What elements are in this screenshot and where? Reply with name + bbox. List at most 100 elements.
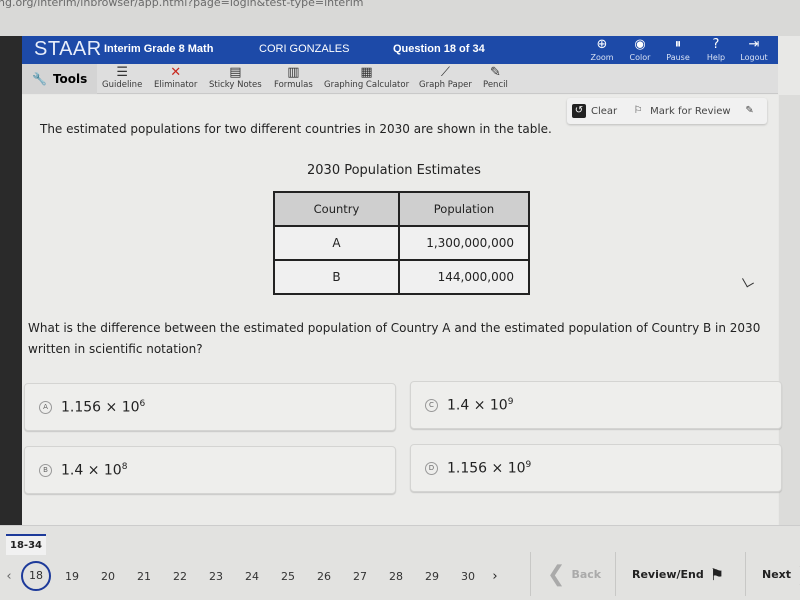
choice-text: 1.156 × 106 xyxy=(61,399,145,416)
table-row: A 1,300,000,000 xyxy=(273,225,530,261)
clear-button[interactable]: ↺ Clear xyxy=(572,104,617,118)
edit-icon: ✎ xyxy=(745,105,754,116)
tools-label: Tools xyxy=(52,72,88,86)
page-item[interactable]: 25 xyxy=(270,570,306,583)
pause-label: Pause xyxy=(666,53,690,62)
next-button[interactable]: Next❯ xyxy=(745,552,800,596)
scrollbar[interactable] xyxy=(779,95,800,525)
zoom-button[interactable]: ⊕ Zoom xyxy=(588,36,616,64)
country-cell: A xyxy=(273,225,400,261)
logout-icon: ⇥ xyxy=(748,37,760,52)
page-item[interactable]: 21 xyxy=(126,570,162,583)
wrench-icon: 🔧 xyxy=(32,72,47,86)
formulas-tool[interactable]: ▥ Formulas xyxy=(274,65,313,90)
test-name: Interim Grade 8 Math xyxy=(104,43,214,55)
page-item[interactable]: 26 xyxy=(306,570,342,583)
page-item[interactable]: 28 xyxy=(378,570,414,583)
page-item[interactable]: 27 xyxy=(342,570,378,583)
choice-base: 1.4 × 10 xyxy=(447,397,508,414)
guideline-tool[interactable]: ☰ Guideline xyxy=(102,65,142,90)
color-button[interactable]: ◉ Color xyxy=(626,36,654,64)
next-label: Next xyxy=(762,567,792,581)
population-cell: 144,000,000 xyxy=(398,259,530,295)
page-item[interactable]: 19 xyxy=(54,570,90,583)
calculator-icon: ▦ xyxy=(360,65,373,80)
graph-icon: ⟋ xyxy=(440,65,450,80)
review-end-label: Review/End xyxy=(632,567,704,581)
choice-letter: C xyxy=(425,398,438,412)
formulas-label: Formulas xyxy=(274,80,313,90)
graph-paper-label: Graph Paper xyxy=(419,80,472,90)
flag-icon: ⚑ xyxy=(709,564,725,584)
choice-text: 1.4 × 108 xyxy=(61,462,127,479)
graphing-calculator-tool[interactable]: ▦ Graphing Calculator xyxy=(324,65,409,90)
question-navigation: 18-34 ‹ 18 19 20 21 22 23 24 25 26 27 28… xyxy=(0,525,800,600)
test-app: STAAR Interim Grade 8 Math CORI GONZALES… xyxy=(22,36,800,600)
books-icon: ▥ xyxy=(287,65,300,80)
pencil-tool[interactable]: ✎ Pencil xyxy=(483,65,508,90)
note-icon: ▤ xyxy=(229,65,242,80)
question-stem: The estimated populations for two differ… xyxy=(40,122,552,136)
answer-choice-c[interactable]: C 1.4 × 109 xyxy=(410,381,782,429)
country-cell: B xyxy=(273,259,400,295)
browser-url-bar[interactable]: ng.org/interim/inbrowser/app.html?page=l… xyxy=(0,0,800,36)
range-tab[interactable]: 18-34 xyxy=(6,534,46,555)
undo-icon: ↺ xyxy=(572,104,586,118)
pencil-label: Pencil xyxy=(483,80,508,90)
page-list: ‹ 18 19 20 21 22 23 24 25 26 27 28 29 30… xyxy=(0,556,520,596)
choice-base: 1.156 × 10 xyxy=(447,460,526,477)
answer-choice-a[interactable]: A 1.156 × 106 xyxy=(24,383,396,431)
pause-icon: ⏸ xyxy=(674,37,682,52)
student-name: CORI GONZALES xyxy=(259,43,350,55)
page-item[interactable]: 23 xyxy=(198,570,234,583)
mark-for-review-button[interactable]: ⚐ Mark for Review xyxy=(631,104,731,118)
color-label: Color xyxy=(629,53,651,62)
choice-base: 1.4 × 10 xyxy=(61,462,122,479)
answer-choice-b[interactable]: B 1.4 × 108 xyxy=(24,446,396,494)
graph-paper-tool[interactable]: ⟋ Graph Paper xyxy=(419,65,472,90)
back-button[interactable]: ❮ Back xyxy=(530,552,615,596)
notepad-button[interactable]: ✎ xyxy=(743,104,757,118)
choice-text: 1.156 × 109 xyxy=(447,460,531,477)
logout-label: Logout xyxy=(740,53,768,62)
clear-label: Clear xyxy=(591,105,618,117)
logout-button[interactable]: ⇥ Logout xyxy=(740,36,768,64)
tools-menu[interactable]: 🔧 Tools xyxy=(22,64,97,94)
url-text: ng.org/interim/inbrowser/app.html?page=l… xyxy=(0,0,364,9)
choice-letter: B xyxy=(39,463,52,477)
table-title: 2030 Population Estimates xyxy=(307,163,481,178)
choice-letter: D xyxy=(425,461,438,475)
pause-button[interactable]: ⏸ Pause xyxy=(664,36,692,64)
answer-choice-d[interactable]: D 1.156 × 109 xyxy=(410,444,782,492)
next-pages-arrow[interactable]: › xyxy=(486,569,504,584)
page-item[interactable]: 20 xyxy=(90,570,126,583)
choice-exponent: 9 xyxy=(525,459,532,470)
question-counter: Question 18 of 34 xyxy=(393,43,485,55)
page-item[interactable]: 22 xyxy=(162,570,198,583)
page-current[interactable]: 18 xyxy=(21,561,51,591)
table-row: B 144,000,000 xyxy=(273,259,530,295)
sticky-notes-tool[interactable]: ▤ Sticky Notes xyxy=(209,65,262,90)
page-item[interactable]: 29 xyxy=(414,570,450,583)
eye-icon: ◉ xyxy=(634,37,646,52)
choice-base: 1.156 × 10 xyxy=(61,399,140,416)
review-end-button[interactable]: Review/End ⚑ xyxy=(615,552,745,596)
page-item[interactable]: 24 xyxy=(234,570,270,583)
page-item[interactable]: 30 xyxy=(450,570,486,583)
guideline-label: Guideline xyxy=(102,80,143,90)
x-icon: ✕ xyxy=(170,65,182,80)
pencil-icon: ✎ xyxy=(489,65,501,80)
eliminator-tool[interactable]: ✕ Eliminator xyxy=(154,65,197,90)
question-prompt: What is the difference between the estim… xyxy=(28,321,761,356)
column-header: Population xyxy=(398,191,530,227)
zoom-icon: ⊕ xyxy=(596,37,608,52)
chevron-left-icon: ❮ xyxy=(547,561,566,587)
question-actions: ↺ Clear ⚐ Mark for Review ✎ xyxy=(567,98,767,124)
choice-exponent: 6 xyxy=(139,398,146,409)
prev-pages-arrow[interactable]: ‹ xyxy=(0,569,18,584)
help-icon: ? xyxy=(712,37,720,52)
back-label: Back xyxy=(571,567,602,581)
column-header: Country xyxy=(273,191,400,227)
help-button[interactable]: ? Help xyxy=(702,36,730,64)
flag-icon: ⚐ xyxy=(633,105,643,116)
